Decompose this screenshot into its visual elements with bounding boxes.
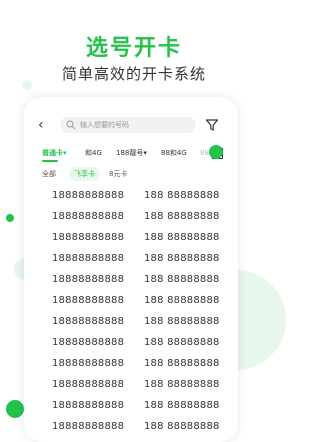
phone-number[interactable]: 18888888888 <box>52 186 124 206</box>
filter-chips: 全部 飞享卡 8元卡 <box>24 167 238 181</box>
phone-number[interactable]: 18888888888 <box>52 354 124 374</box>
phone-number[interactable]: 18888888888 <box>52 291 124 311</box>
phone-number[interactable]: 18888888888 <box>52 312 124 332</box>
phone-number[interactable]: 18888888888 <box>52 270 124 290</box>
phone-number[interactable]: 188 88888888 <box>144 270 220 290</box>
phone-number[interactable]: 188 88888888 <box>144 375 220 395</box>
list-item[interactable]: 18888888888 188 88888888 <box>24 396 238 416</box>
active-tab-indicator <box>42 160 58 162</box>
list-item[interactable]: 18888888888 188 88888888 <box>24 270 238 290</box>
tab-88-he4g[interactable]: 88和4G <box>161 147 187 159</box>
category-tabs: 普通卡▾ 和4G 188靓号▾ 88和4G 88 <box>24 147 238 162</box>
tab-label: 和4G <box>85 149 102 157</box>
list-item[interactable]: 18888888888 188 88888888 <box>24 354 238 374</box>
phone-number[interactable]: 18888888888 <box>52 396 124 416</box>
phone-number[interactable]: 188 88888888 <box>144 354 220 374</box>
phone-number[interactable]: 188 88888888 <box>144 228 220 248</box>
tab-putongka[interactable]: 普通卡▾ <box>42 147 67 159</box>
decor-circle-left <box>6 214 14 222</box>
list-item[interactable]: 18888888888 188 88888888 <box>24 375 238 395</box>
list-item[interactable]: 18888888888 188 88888888 <box>24 186 238 206</box>
phone-number[interactable]: 18888888888 <box>52 333 124 353</box>
tab-he4g[interactable]: 和4G <box>85 147 102 159</box>
chevron-down-icon: ▾ <box>143 149 147 157</box>
phone-number[interactable]: 188 88888888 <box>144 249 220 269</box>
tab-label: 188靓号 <box>116 149 144 157</box>
tab-label: 88和4G <box>161 149 187 157</box>
tab-88[interactable]: 88 <box>200 147 209 159</box>
phone-number[interactable]: 18888888888 <box>52 417 124 437</box>
phone-number[interactable]: 188 88888888 <box>144 207 220 227</box>
phone-number[interactable]: 188 88888888 <box>144 396 220 416</box>
list-item[interactable]: 18888888888 188 88888888 <box>24 228 238 248</box>
filter-icon[interactable] <box>205 118 219 132</box>
chip-8yuan[interactable]: 8元卡 <box>109 167 127 181</box>
chip-feixiangka[interactable]: 飞享卡 <box>69 167 100 181</box>
phone-number[interactable]: 188 88888888 <box>144 186 220 206</box>
decor-dot-right <box>209 145 223 159</box>
chip-all[interactable]: 全部 <box>42 167 56 181</box>
page-subtitle: 简单高效的开卡系统 <box>61 65 206 83</box>
list-item[interactable]: 18888888888 188 88888888 <box>24 417 238 437</box>
page-title: 选号开卡 <box>85 36 182 61</box>
list-item[interactable]: 18888888888 188 88888888 <box>24 291 238 311</box>
list-item[interactable]: 18888888888 188 88888888 <box>24 249 238 269</box>
list-item[interactable]: 18888888888 188 88888888 <box>24 312 238 332</box>
phone-number[interactable]: 188 88888888 <box>144 333 220 353</box>
tab-label: 88 <box>200 149 209 157</box>
phone-number[interactable]: 18888888888 <box>52 207 124 227</box>
search-icon <box>66 120 76 130</box>
decor-circle-bottom-left <box>6 400 24 418</box>
tab-188-lianghao[interactable]: 188靓号▾ <box>116 147 147 159</box>
search-input[interactable]: 输入想要的号码 <box>60 117 196 133</box>
search-bar: ‹ 输入想要的号码 <box>24 115 238 135</box>
phone-number[interactable]: 188 88888888 <box>144 312 220 332</box>
phone-number[interactable]: 18888888888 <box>52 375 124 395</box>
list-item[interactable]: 18888888888 188 88888888 <box>24 207 238 227</box>
phone-mockup: ‹ 输入想要的号码 普通卡▾ 和4G 188靓号▾ 88和4G 88 全部 飞享… <box>24 97 238 442</box>
back-arrow-icon[interactable]: ‹ <box>38 116 44 134</box>
tab-label: 普通卡 <box>42 149 63 157</box>
phone-number[interactable]: 18888888888 <box>52 249 124 269</box>
phone-number[interactable]: 188 88888888 <box>144 417 220 437</box>
chevron-down-icon: ▾ <box>63 149 67 157</box>
phone-number[interactable]: 188 88888888 <box>144 291 220 311</box>
search-placeholder: 输入想要的号码 <box>80 121 129 129</box>
list-item[interactable]: 18888888888 188 88888888 <box>24 333 238 353</box>
phone-number[interactable]: 18888888888 <box>52 228 124 248</box>
